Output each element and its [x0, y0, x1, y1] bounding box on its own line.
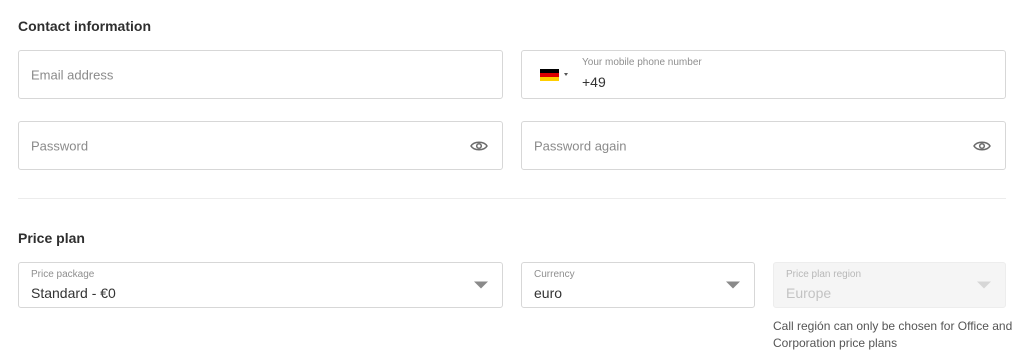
price-package-select[interactable]: Price package Standard - €0 [18, 262, 503, 308]
region-hint-text: Call región can only be chosen for Offic… [773, 319, 1013, 350]
contact-section-title: Contact information [18, 18, 151, 34]
eye-icon[interactable] [470, 140, 488, 152]
currency-label: Currency [534, 269, 575, 280]
password-again-placeholder: Password again [534, 138, 627, 153]
registration-form: Contact information Email address Your m… [0, 0, 1029, 361]
region-value: Europe [786, 285, 832, 301]
phone-field[interactable]: Your mobile phone number +49 [521, 50, 1006, 99]
price-plan-section-title: Price plan [18, 230, 85, 246]
chevron-down-icon [726, 281, 740, 289]
country-dropdown-caret-icon[interactable] [564, 73, 568, 76]
chevron-down-icon [977, 281, 991, 289]
price-package-value: Standard - €0 [31, 285, 116, 301]
price-plan-region-select: Price plan region Europe [773, 262, 1006, 308]
eye-icon[interactable] [973, 140, 991, 152]
section-divider [18, 198, 1006, 199]
region-label: Price plan region [786, 269, 862, 280]
phone-value: +49 [582, 74, 606, 90]
chevron-down-icon [474, 281, 488, 289]
currency-value: euro [534, 285, 563, 301]
password-placeholder: Password [31, 138, 89, 153]
germany-flag-icon[interactable] [540, 69, 559, 81]
phone-label: Your mobile phone number [582, 57, 702, 68]
email-placeholder: Email address [31, 67, 114, 82]
currency-select[interactable]: Currency euro [521, 262, 755, 308]
password-field[interactable]: Password [18, 121, 503, 170]
email-field[interactable]: Email address [18, 50, 503, 99]
password-again-field[interactable]: Password again [521, 121, 1006, 170]
price-package-label: Price package [31, 269, 95, 280]
